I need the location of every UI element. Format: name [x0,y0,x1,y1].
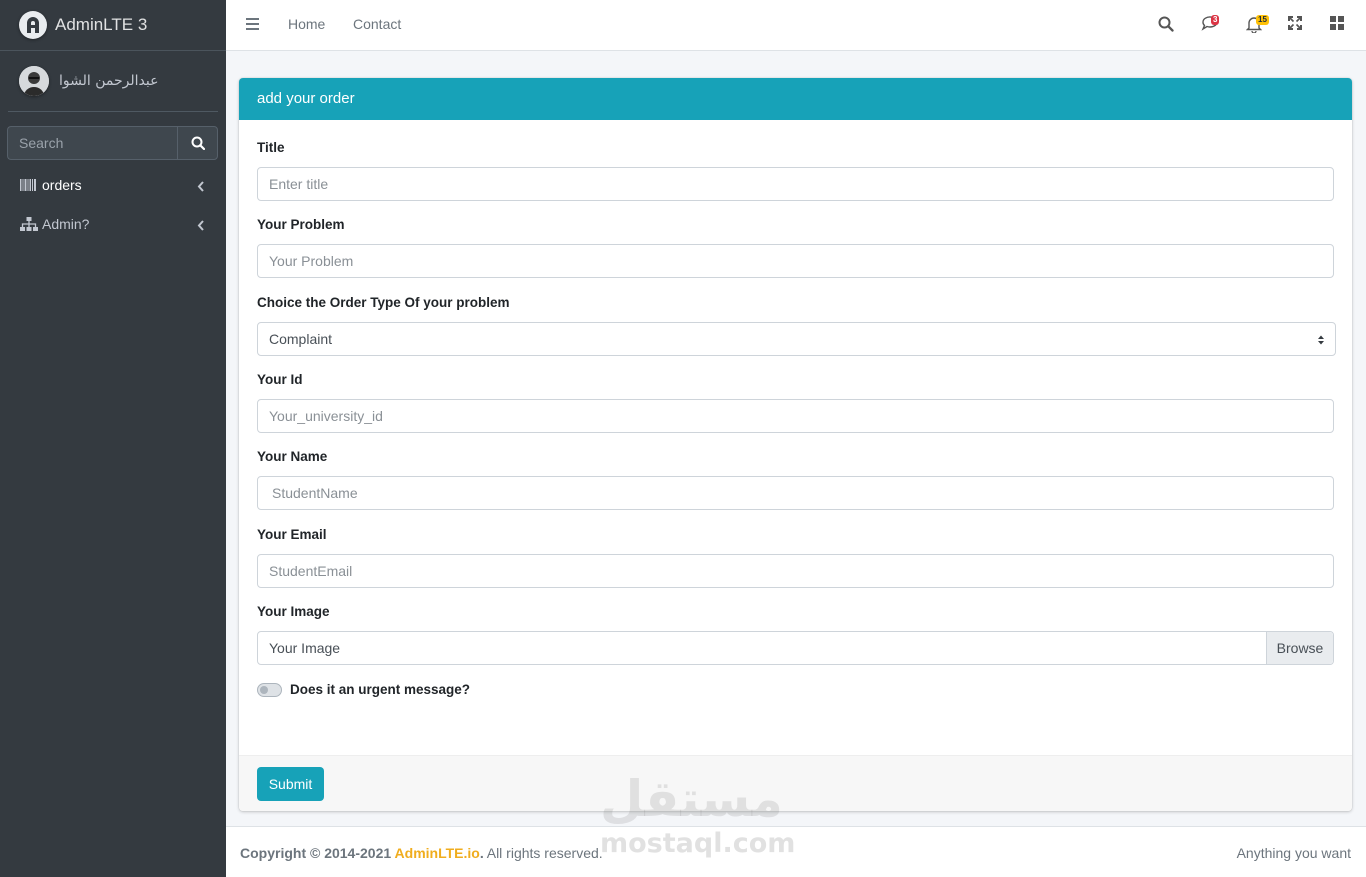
nav-contact-link[interactable]: Contact [353,16,401,32]
notifications-badge: 15 [1256,15,1269,25]
image-file-input[interactable]: Your Image Browse [257,631,1334,665]
order-type-select[interactable]: Complaint [257,322,1336,356]
sidebar-item-orders[interactable]: orders [8,167,218,203]
messages-badge: 3 [1211,15,1220,25]
grid-layout-icon[interactable] [1330,16,1350,34]
browse-button[interactable]: Browse [1266,632,1333,664]
urgent-toggle[interactable] [257,683,282,697]
university-id-input[interactable] [257,399,1334,433]
id-label: Your Id [257,372,303,387]
image-file-text: Your Image [269,640,341,656]
main-footer: Copyright © 2014-2021 AdminLTE.io.. All … [226,826,1366,877]
avatar [19,66,49,96]
adminlte-logo-icon [19,11,47,39]
chevron-left-icon [197,179,204,195]
copyright-suffix: . All rights reserved. [479,845,603,861]
chevron-left-icon [197,218,204,234]
card-footer: Submit [239,755,1352,811]
urgent-label[interactable]: Does it an urgent message? [290,682,470,697]
sidebar-search-button[interactable] [177,126,218,160]
search-icon [191,136,205,150]
main-sidebar: AdminLTE 3 عبدالرحمن الشوا Search orders… [0,0,226,877]
sidebar-item-admin[interactable]: Admin? [8,206,218,242]
title-input[interactable] [257,167,1334,201]
sidebar-item-label: Admin? [42,216,90,232]
fullscreen-icon[interactable] [1288,16,1308,34]
adminlte-link[interactable]: AdminLTE.io [395,845,480,861]
email-input[interactable] [257,554,1334,588]
name-label: Your Name [257,449,328,464]
copyright: Copyright © 2014-2021 AdminLTE.io.. All … [240,845,603,861]
image-label: Your Image [257,604,330,619]
card-title: add your order [239,78,1352,120]
problem-label: Your Problem [257,217,345,232]
user-name[interactable]: عبدالرحمن الشوا [59,73,158,89]
user-panel[interactable]: عبدالرحمن الشوا [8,51,218,112]
order-type-value: Complaint [269,331,333,347]
hamburger-menu-icon[interactable] [246,17,266,35]
order-card: add your order Title Your Problem Choice… [239,78,1352,811]
bell-icon[interactable]: 15 [1245,15,1269,34]
barcode-icon [20,179,40,191]
sitemap-icon [20,217,40,231]
main-navbar: Home Contact 3 15 [226,0,1366,51]
title-label: Title [257,140,285,155]
nav-home-link[interactable]: Home [288,16,325,32]
email-label: Your Email [257,527,327,542]
brand-link[interactable]: AdminLTE 3 [0,0,226,51]
sidebar-search-input[interactable] [7,126,177,160]
copyright-prefix: Copyright © 2014-2021 [240,845,395,861]
toggle-knob [260,686,268,694]
name-input[interactable] [257,476,1334,510]
problem-input[interactable] [257,244,1334,278]
brand-text: AdminLTE 3 [55,15,148,34]
sidebar-item-label: orders [42,177,82,193]
search-icon[interactable] [1158,16,1178,34]
sidebar-search [7,126,218,160]
messages-icon[interactable]: 3 [1201,15,1221,34]
order-type-label: Choice the Order Type Of your problem [257,295,510,310]
submit-button[interactable]: Submit [257,767,324,801]
select-arrows-icon [1317,333,1325,349]
footer-tagline: Anything you want [1236,845,1351,861]
